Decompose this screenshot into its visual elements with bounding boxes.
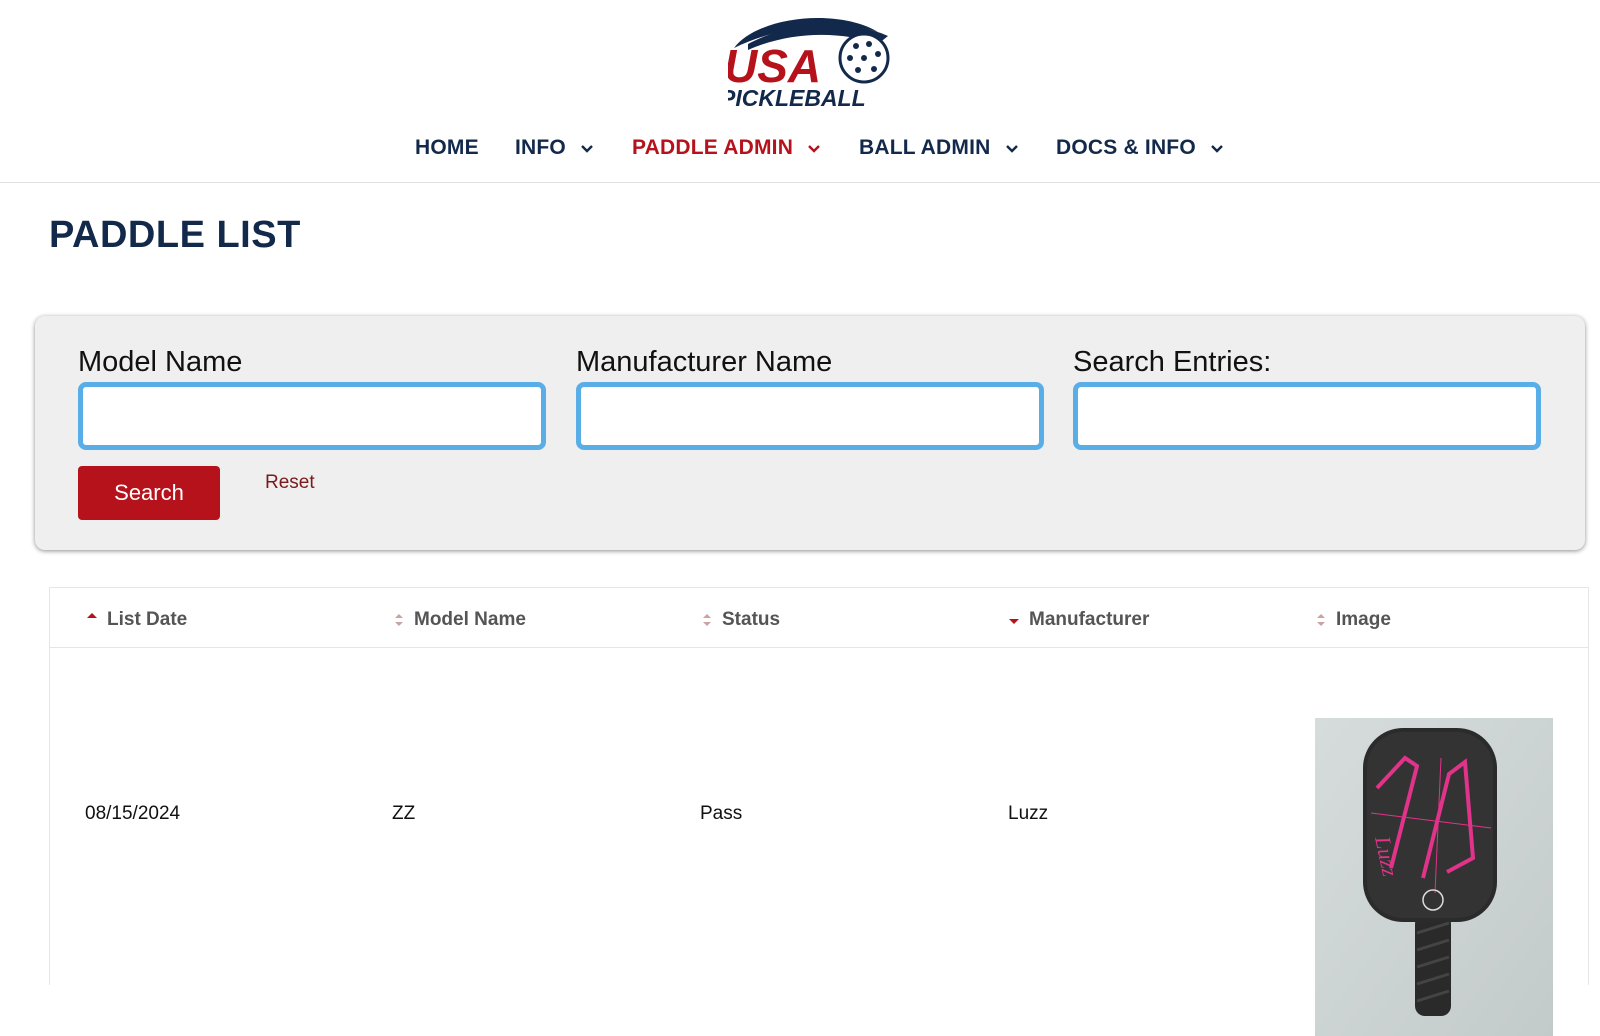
nav-paddle-admin[interactable]: PADDLE ADMIN xyxy=(632,133,821,163)
column-model-name-label: Model Name xyxy=(414,609,526,630)
cell-manufacturer: Luzz xyxy=(1008,803,1049,824)
cell-status: Pass xyxy=(700,803,743,824)
nav-home[interactable]: HOME xyxy=(415,133,479,163)
chevron-down-icon xyxy=(808,145,820,153)
column-manufacturer-label: Manufacturer xyxy=(1029,609,1150,630)
manufacturer-name-label: Manufacturer Name xyxy=(576,346,833,378)
nav-paddle-admin-label: PADDLE ADMIN xyxy=(632,136,794,159)
nav-info-label: INFO xyxy=(515,136,566,159)
site-header: USA PICKLEBALL HOME INFO PADDLE ADMIN BA… xyxy=(0,0,1600,183)
model-name-label: Model Name xyxy=(78,346,243,378)
column-manufacturer[interactable]: Manufacturer xyxy=(1008,608,1149,632)
column-model-name[interactable]: Model Name xyxy=(393,608,526,632)
table-header: List Date Model Name Status Manufacturer… xyxy=(50,588,1588,648)
column-list-date-label: List Date xyxy=(107,609,188,630)
page-title: PADDLE LIST xyxy=(49,214,301,256)
search-entries-input[interactable] xyxy=(1073,382,1541,450)
model-name-input[interactable] xyxy=(78,382,546,450)
column-list-date[interactable]: List Date xyxy=(86,608,187,632)
search-panel: Model Name Manufacturer Name Search Entr… xyxy=(35,316,1585,550)
nav-info[interactable]: INFO xyxy=(515,133,594,163)
chevron-down-icon xyxy=(581,145,593,153)
nav-ball-admin-label: BALL ADMIN xyxy=(859,136,991,159)
usa-pickleball-logo[interactable]: USA PICKLEBALL xyxy=(728,14,918,114)
paddle-image[interactable]: Luzz xyxy=(1315,718,1553,1036)
table-row[interactable]: 08/15/2024 ZZ Pass Luzz Luzz xyxy=(50,648,1588,1036)
main-nav: HOME INFO PADDLE ADMIN BALL ADMIN DOCS &… xyxy=(0,133,1600,163)
sort-ascending-icon xyxy=(87,613,97,618)
sort-both-icon xyxy=(395,614,403,626)
column-status-label: Status xyxy=(722,609,781,630)
column-status[interactable]: Status xyxy=(701,608,780,632)
search-button[interactable]: Search xyxy=(78,466,220,520)
sort-both-icon xyxy=(703,614,711,626)
chevron-down-icon xyxy=(1005,145,1018,153)
chevron-down-icon xyxy=(1211,145,1223,153)
logo-pickleball-text: PICKLEBALL xyxy=(728,85,866,111)
nav-docs-info-label: DOCS & INFO xyxy=(1056,136,1196,159)
manufacturer-name-input[interactable] xyxy=(576,382,1044,450)
paddle-table: List Date Model Name Status Manufacturer… xyxy=(49,587,1589,1036)
reset-link[interactable]: Reset xyxy=(265,472,315,494)
search-entries-label: Search Entries: xyxy=(1073,346,1272,378)
column-image-label: Image xyxy=(1336,609,1391,630)
cell-list-date: 08/15/2024 xyxy=(85,803,181,824)
nav-ball-admin[interactable]: BALL ADMIN xyxy=(859,133,1019,163)
nav-docs-info[interactable]: DOCS & INFO xyxy=(1056,133,1224,163)
column-image[interactable]: Image xyxy=(1315,608,1391,632)
cell-model-name: ZZ xyxy=(392,803,416,824)
sort-descending-icon xyxy=(1009,619,1019,624)
sort-both-icon xyxy=(1317,614,1325,626)
nav-home-label: HOME xyxy=(415,136,479,159)
